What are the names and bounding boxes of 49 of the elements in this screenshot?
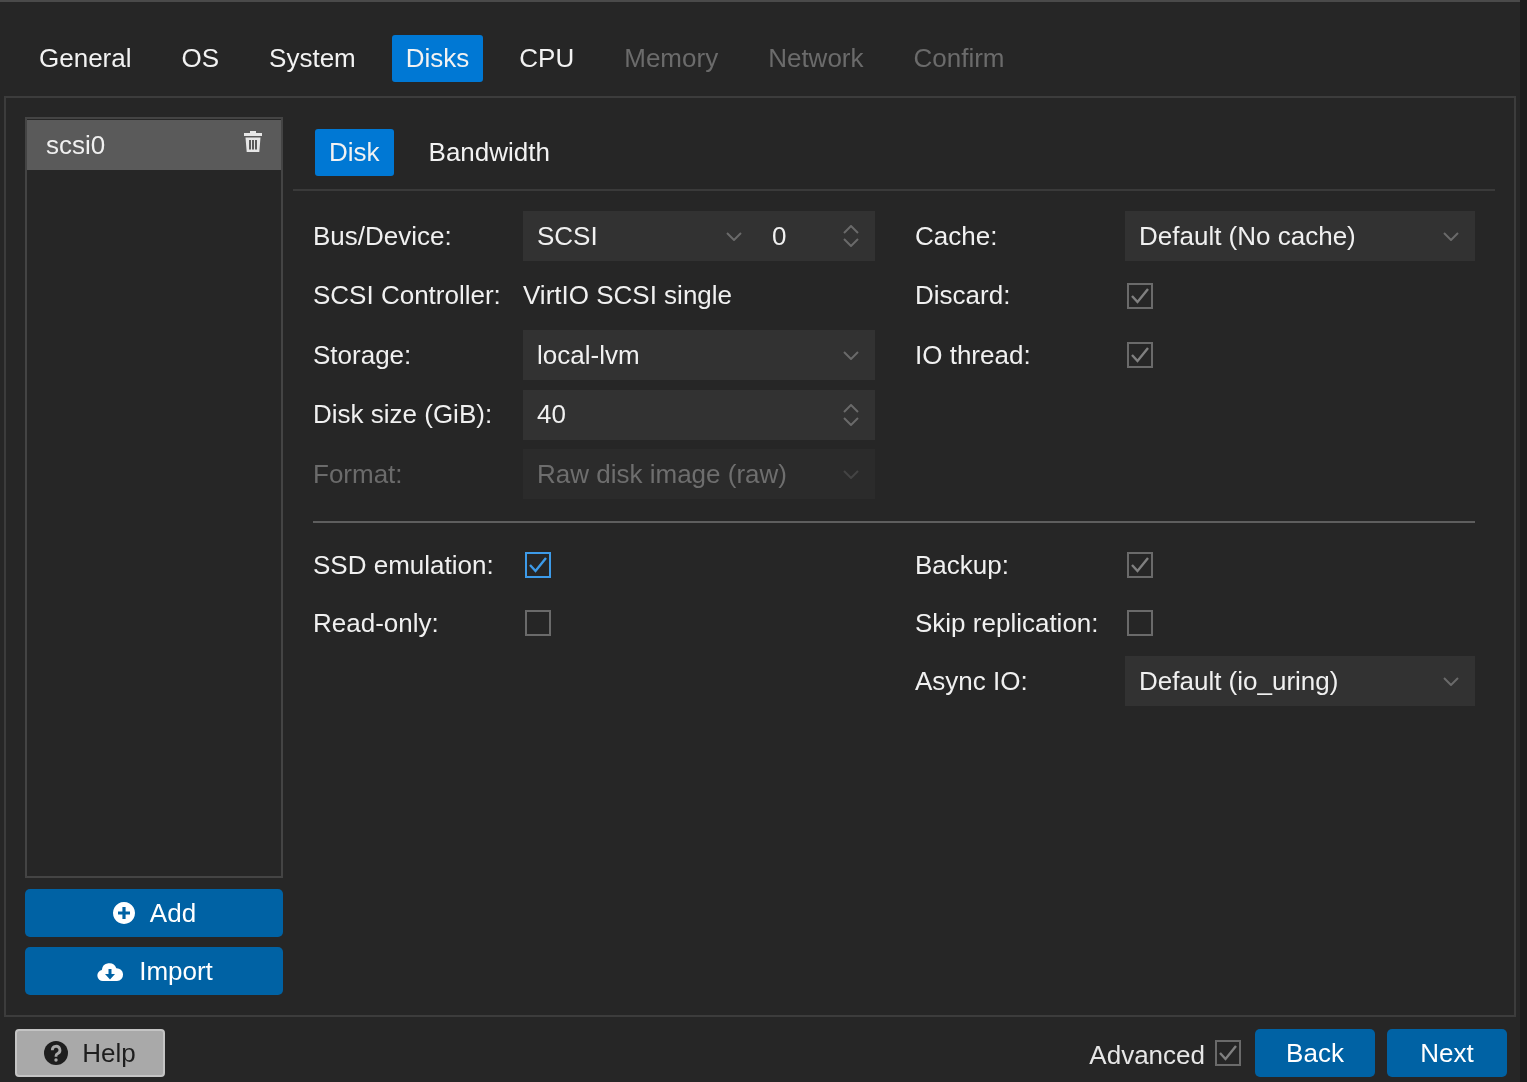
number-field[interactable]: 0 (758, 211, 875, 261)
chevron-down-icon (843, 350, 859, 360)
field-label: Backup: (915, 548, 1010, 582)
chevron-down-icon (726, 231, 742, 241)
select-field[interactable]: SCSI (523, 211, 758, 261)
field-label: Async IO: (915, 664, 1029, 698)
field-label: SCSI Controller: (313, 279, 502, 312)
trash-icon (243, 131, 263, 153)
checkbox[interactable] (1127, 552, 1153, 578)
chevron-down-icon (1443, 231, 1459, 241)
add-button[interactable]: Add (25, 889, 283, 937)
chevron-down-icon (1443, 676, 1459, 686)
wizard-tab[interactable]: OS (167, 35, 234, 82)
checkbox[interactable] (1127, 342, 1153, 368)
select-field[interactable]: Default (io_uring) (1125, 656, 1475, 706)
sub-tab[interactable]: Bandwidth (414, 129, 564, 176)
field-label: Disk size (GiB): (313, 398, 494, 431)
field-label: Format: (313, 457, 404, 491)
cloud-download-icon (95, 960, 126, 982)
checkbox[interactable] (1127, 282, 1153, 309)
field-label: Discard: (915, 279, 1012, 312)
wizard-nav-button[interactable]: Back (1255, 1029, 1375, 1077)
checkbox[interactable] (1215, 1040, 1241, 1066)
field-label: IO thread: (915, 338, 1032, 372)
help-icon (44, 1041, 69, 1065)
wizard-tab[interactable]: CPU (505, 35, 589, 82)
field-label: Cache: (915, 219, 999, 253)
field-label: SSD emulation: (313, 548, 495, 582)
disk-list-item[interactable]: scsi0 (27, 120, 281, 170)
field-label: Read-only: (313, 606, 440, 640)
wizard-nav-button[interactable]: Next (1387, 1029, 1507, 1077)
wizard-tab[interactable]: System (255, 35, 370, 82)
number-field[interactable]: 40 (523, 389, 875, 440)
help-button[interactable]: Help (15, 1029, 165, 1077)
field-value: VirtIO SCSI single (523, 279, 733, 312)
wizard-tab[interactable]: General (25, 35, 146, 82)
chevron-down-icon (843, 469, 859, 479)
select-field[interactable]: local-lvm (523, 330, 875, 380)
checkbox[interactable] (525, 610, 551, 636)
checkbox[interactable] (525, 552, 551, 578)
field-label: Bus/Device: (313, 219, 453, 253)
import-button[interactable]: Import (25, 947, 283, 995)
field-label: Storage: (313, 338, 413, 372)
select-field[interactable]: Default (No cache) (1125, 211, 1475, 261)
wizard-tab[interactable]: Disks (391, 35, 484, 82)
sub-tab[interactable]: Disk (315, 129, 394, 176)
advanced-label: Advanced (1089, 1038, 1205, 1072)
checkbox[interactable] (1127, 610, 1153, 636)
field-label: Skip replication: (915, 606, 1100, 640)
